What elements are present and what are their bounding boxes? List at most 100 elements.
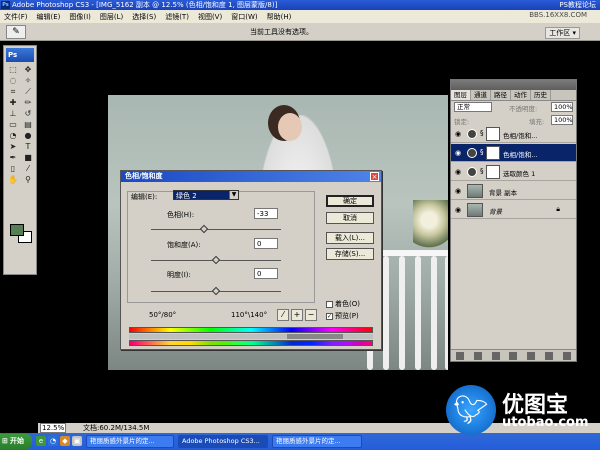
eye-icon[interactable]: ◉	[454, 187, 462, 195]
eyedropper-tool-icon[interactable]: ✎	[6, 25, 26, 39]
new-layer-icon[interactable]	[545, 351, 554, 360]
menu-help[interactable]: 帮助(H)	[267, 12, 292, 22]
dodge-tool-icon[interactable]: ●	[21, 131, 35, 141]
cancel-button[interactable]: 取消	[326, 212, 374, 224]
task-folder[interactable]: 艳丽质感外景片的定...	[86, 435, 174, 448]
colorize-box[interactable]	[326, 300, 333, 308]
menu-file[interactable]: 文件(F)	[4, 12, 28, 22]
saturation-input[interactable]: 0	[254, 238, 278, 249]
fill-input[interactable]: 100%	[551, 115, 573, 125]
gradient-tool-icon[interactable]: ▤	[21, 120, 35, 130]
link-icon: §	[480, 148, 484, 156]
hand-tool-icon[interactable]: ✋	[6, 175, 20, 185]
magic-wand-tool-icon[interactable]: ✧	[21, 76, 35, 86]
preview-checkbox[interactable]: ✓ 预览(P)	[326, 311, 359, 321]
tab-channels[interactable]: 通道	[471, 90, 491, 100]
opacity-input[interactable]: 100%	[551, 102, 573, 112]
link-icon: §	[480, 167, 484, 175]
hue-input[interactable]: -33	[254, 208, 278, 219]
load-button[interactable]: 载入(L)...	[326, 232, 374, 244]
menu-image[interactable]: 图像(I)	[69, 12, 91, 22]
panel-header	[451, 80, 576, 90]
shape-tool-icon[interactable]: ■	[21, 153, 35, 163]
options-hint: 当前工具没有选项。	[250, 28, 313, 36]
tab-layers[interactable]: 图层	[451, 90, 471, 100]
save-button[interactable]: 存储(S)...	[326, 248, 374, 260]
layer-mask-thumbnail[interactable]	[486, 146, 500, 160]
menu-layer[interactable]: 图层(L)	[100, 12, 123, 22]
slice-tool-icon[interactable]: ⟋	[21, 87, 35, 97]
blur-tool-icon[interactable]: ◔	[6, 131, 20, 141]
eye-icon[interactable]: ◉	[454, 130, 462, 138]
blend-mode-select[interactable]: 正常	[454, 102, 492, 112]
eyedropper-icon[interactable]: ⁄	[277, 309, 289, 321]
pen-tool-icon[interactable]: ✒	[6, 153, 20, 163]
menu-filter[interactable]: 滤镜(T)	[165, 12, 189, 22]
foreground-color-swatch[interactable]	[10, 224, 24, 236]
layer-row-hue-sat-1[interactable]: ◉ § 色相/饱和...	[451, 125, 576, 143]
eraser-tool-icon[interactable]: ▭	[6, 120, 20, 130]
menu-edit[interactable]: 编辑(E)	[37, 12, 61, 22]
menu-window[interactable]: 窗口(W)	[231, 12, 257, 22]
zoom-level-input[interactable]: 12.5%	[40, 423, 66, 433]
start-button[interactable]: 开始	[0, 434, 32, 449]
layer-mask-thumbnail[interactable]	[486, 165, 500, 179]
workspace-button[interactable]: 工作区 ▾	[545, 27, 580, 39]
layer-row-background[interactable]: ◉ 背景 🔒︎	[451, 201, 576, 219]
add-mask-icon[interactable]	[491, 351, 500, 360]
lightness-slider-track[interactable]	[151, 286, 281, 296]
quicklaunch-icon-1[interactable]: e	[36, 436, 46, 446]
hue-slider-track[interactable]	[151, 224, 281, 234]
move-tool-icon[interactable]: ✥	[21, 65, 35, 75]
ok-button[interactable]: 确定	[326, 195, 374, 207]
dialog-close-icon[interactable]: ×	[370, 172, 379, 181]
stamp-tool-icon[interactable]: ⊥	[6, 109, 20, 119]
lightness-input[interactable]: 0	[254, 268, 278, 279]
task-photoshop[interactable]: Adobe Photoshop CS3...	[178, 435, 268, 448]
zoom-tool-icon[interactable]: ⚲	[21, 175, 35, 185]
new-group-icon[interactable]	[527, 351, 536, 360]
healing-tool-icon[interactable]: ✚	[6, 98, 20, 108]
trash-icon[interactable]	[562, 351, 571, 360]
history-brush-tool-icon[interactable]: ↺	[21, 109, 35, 119]
edit-channel-select[interactable]: 绿色 2 ▼	[173, 190, 239, 200]
task-browser[interactable]: 艳丽质感外景片的定...	[272, 435, 362, 448]
eye-icon[interactable]: ◉	[454, 206, 462, 214]
link-layers-icon[interactable]	[455, 351, 464, 360]
layer-name: 背景 副本	[489, 189, 518, 197]
quicklaunch-icon-4[interactable]: ▣	[72, 436, 82, 446]
layer-row-selective-color[interactable]: ◉ § 选取颜色 1	[451, 163, 576, 181]
path-select-tool-icon[interactable]: ➤	[6, 142, 20, 152]
brush-tool-icon[interactable]: ✏	[21, 98, 35, 108]
menu-view[interactable]: 视图(V)	[198, 12, 222, 22]
edit-label: 编辑(E):	[131, 193, 158, 201]
saturation-slider-track[interactable]	[151, 255, 281, 265]
range-selector-bar[interactable]	[129, 334, 373, 339]
bride-head	[278, 113, 302, 141]
layer-name: 色相/饱和...	[503, 132, 538, 140]
quicklaunch-icon-2[interactable]: ◔	[48, 436, 58, 446]
colorize-checkbox[interactable]: 着色(O)	[326, 299, 360, 309]
layer-row-background-copy[interactable]: ◉ 背景 副本	[451, 182, 576, 200]
crop-tool-icon[interactable]: ⌗	[6, 87, 20, 97]
eyedropper-tool-icon-2[interactable]: ⁄	[21, 164, 35, 174]
menu-select[interactable]: 选择(S)	[132, 12, 156, 22]
windows-taskbar: 开始 e ◔ ◆ ▣ 艳丽质感外景片的定... Adobe Photoshop …	[0, 433, 600, 450]
tab-history[interactable]: 历史	[531, 90, 551, 100]
notes-tool-icon[interactable]: ▯	[6, 164, 20, 174]
eye-icon[interactable]: ◉	[454, 168, 462, 176]
type-tool-icon[interactable]: T	[21, 142, 35, 152]
eyedropper-plus-icon[interactable]: +	[291, 309, 303, 321]
layer-row-hue-sat-2[interactable]: ◉ § 色相/饱和...	[451, 144, 576, 162]
layer-style-icon[interactable]	[473, 351, 482, 360]
layer-mask-thumbnail[interactable]	[486, 127, 500, 141]
tab-paths[interactable]: 路径	[491, 90, 511, 100]
marquee-tool-icon[interactable]: ⬚	[6, 65, 20, 75]
eye-icon[interactable]: ◉	[454, 149, 462, 157]
tab-actions[interactable]: 动作	[511, 90, 531, 100]
quicklaunch-icon-3[interactable]: ◆	[60, 436, 70, 446]
lasso-tool-icon[interactable]: ◌	[6, 76, 20, 86]
eyedropper-minus-icon[interactable]: −	[305, 309, 317, 321]
new-adjustment-icon[interactable]	[509, 351, 518, 360]
preview-box[interactable]: ✓	[326, 312, 333, 320]
